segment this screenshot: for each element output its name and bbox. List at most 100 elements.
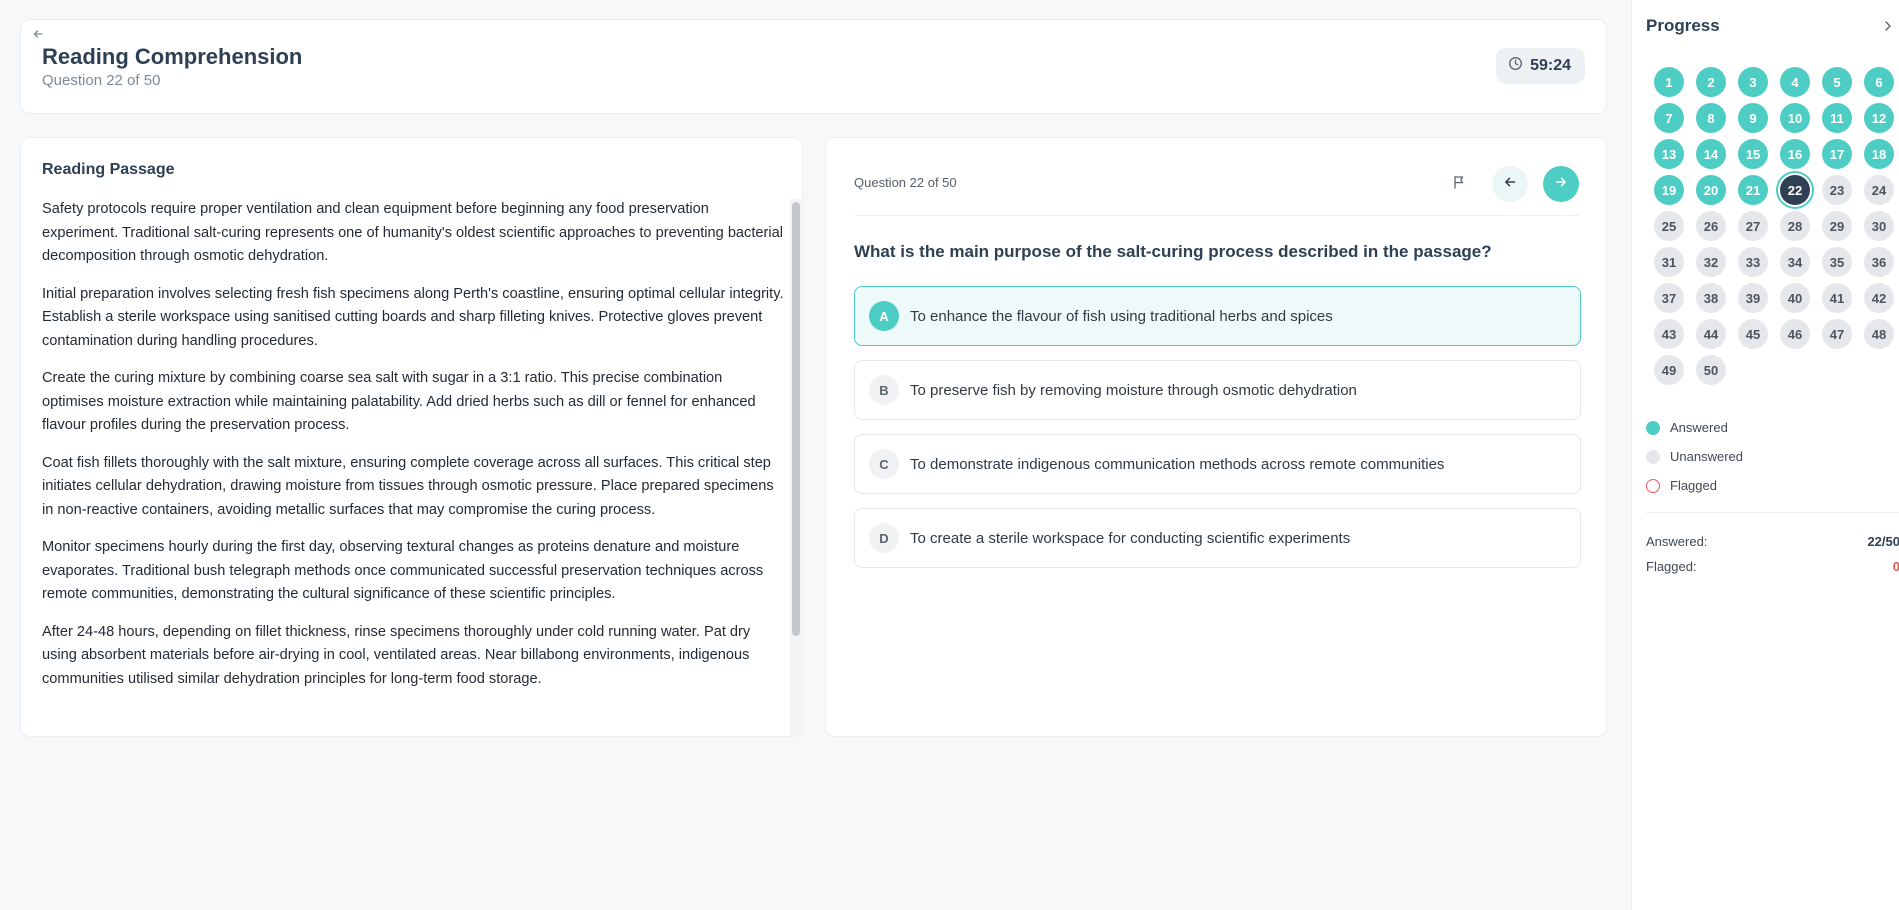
back-arrow-icon[interactable] — [28, 24, 48, 44]
question-panel: Question 22 of 50 What is the main purpo… — [825, 137, 1607, 737]
legend-label: Unanswered — [1670, 449, 1743, 464]
answer-option-a[interactable]: A To enhance the flavour of fish using tr… — [854, 286, 1581, 346]
answer-option-c[interactable]: C To demonstrate indigenous communication… — [854, 434, 1581, 494]
scrollbar-thumb[interactable] — [792, 202, 800, 636]
legend-label: Flagged — [1670, 478, 1717, 493]
passage-title: Reading Passage — [42, 161, 175, 178]
passage-paragraph: Monitor specimens hourly during the firs… — [42, 539, 764, 602]
answer-option-d[interactable]: D To create a sterile workspace for condu… — [854, 508, 1581, 568]
question-nav-39[interactable]: 39 — [1738, 283, 1768, 313]
question-nav-23[interactable]: 23 — [1822, 175, 1852, 205]
question-progress-subtitle: Question 22 of 50 — [42, 72, 161, 89]
question-nav-7[interactable]: 7 — [1654, 103, 1684, 133]
question-nav-25[interactable]: 25 — [1654, 211, 1684, 241]
question-nav-13[interactable]: 13 — [1654, 139, 1684, 169]
question-nav-2[interactable]: 2 — [1696, 67, 1726, 97]
question-nav-48[interactable]: 48 — [1864, 319, 1894, 349]
chevron-right-icon[interactable] — [1884, 16, 1899, 36]
progress-sidebar: Progress 1 2 3 4 5 6 7 8 9 10 11 12 13 14 15 16 17 18 19 20… — [1631, 0, 1899, 910]
arrow-right-icon — [1554, 175, 1568, 194]
option-text: To preserve fish by removing moisture th… — [910, 381, 1357, 399]
question-nav-40[interactable]: 40 — [1780, 283, 1810, 313]
question-nav-22[interactable]: 22 — [1780, 175, 1810, 205]
question-nav-21[interactable]: 21 — [1738, 175, 1768, 205]
question-nav-17[interactable]: 17 — [1822, 139, 1852, 169]
question-nav-20[interactable]: 20 — [1696, 175, 1726, 205]
flag-question-button[interactable] — [1441, 166, 1477, 202]
legend-unanswered: Unanswered — [1646, 442, 1743, 471]
question-nav-35[interactable]: 35 — [1822, 247, 1852, 277]
question-nav-31[interactable]: 31 — [1654, 247, 1684, 277]
question-nav-6[interactable]: 6 — [1864, 67, 1894, 97]
question-nav-3[interactable]: 3 — [1738, 67, 1768, 97]
question-nav-12[interactable]: 12 — [1864, 103, 1894, 133]
question-nav-46[interactable]: 46 — [1780, 319, 1810, 349]
question-nav-1[interactable]: 1 — [1654, 67, 1684, 97]
legend-flagged: Flagged — [1646, 471, 1743, 500]
question-nav-33[interactable]: 33 — [1738, 247, 1768, 277]
question-nav-28[interactable]: 28 — [1780, 211, 1810, 241]
option-text: To create a sterile workspace for conduc… — [910, 529, 1351, 547]
option-text: To enhance the flavour of fish using tra… — [910, 307, 1333, 325]
question-nav-14[interactable]: 14 — [1696, 139, 1726, 169]
question-nav-45[interactable]: 45 — [1738, 319, 1768, 349]
divider — [854, 215, 1579, 216]
option-text: To demonstrate indigenous communication … — [910, 455, 1445, 473]
option-letter: D — [869, 523, 899, 553]
question-grid: 1 2 3 4 5 6 7 8 9 10 11 12 13 14 15 16 17 18 19 20 21 22 23 24 2… — [1654, 67, 1894, 385]
question-nav-11[interactable]: 11 — [1822, 103, 1852, 133]
answered-dot-icon — [1646, 420, 1660, 435]
legend-label: Answered — [1670, 420, 1728, 435]
question-nav-19[interactable]: 19 — [1654, 175, 1684, 205]
reading-passage-panel: Reading Passage Safety protocols require… — [20, 137, 803, 737]
progress-title: Progress — [1646, 16, 1720, 35]
passage-paragraph: Create the curing mixture by combining c… — [42, 370, 756, 433]
question-nav-44[interactable]: 44 — [1696, 319, 1726, 349]
previous-question-button[interactable] — [1492, 166, 1528, 202]
question-nav-34[interactable]: 34 — [1780, 247, 1810, 277]
question-nav-47[interactable]: 47 — [1822, 319, 1852, 349]
question-counter: Question 22 of 50 — [854, 175, 957, 190]
question-nav-38[interactable]: 38 — [1696, 283, 1726, 313]
arrow-left-icon — [1503, 175, 1517, 194]
question-nav-18[interactable]: 18 — [1864, 139, 1894, 169]
question-nav-41[interactable]: 41 — [1822, 283, 1852, 313]
question-text: What is the main purpose of the salt-cur… — [854, 242, 1492, 261]
flagged-dot-icon — [1646, 478, 1660, 493]
next-question-button[interactable] — [1543, 166, 1579, 202]
question-nav-30[interactable]: 30 — [1864, 211, 1894, 241]
answer-option-b[interactable]: B To preserve fish by removing moisture t… — [854, 360, 1581, 420]
question-nav-32[interactable]: 32 — [1696, 247, 1726, 277]
question-nav-43[interactable]: 43 — [1654, 319, 1684, 349]
page-title: Reading Comprehension — [42, 44, 303, 69]
question-nav-10[interactable]: 10 — [1780, 103, 1810, 133]
option-letter: C — [869, 449, 899, 479]
question-nav-15[interactable]: 15 — [1738, 139, 1768, 169]
passage-body: Safety protocols require proper ventilat… — [42, 198, 787, 705]
question-nav-37[interactable]: 37 — [1654, 283, 1684, 313]
progress-legend: Answered Unanswered Flagged — [1646, 413, 1743, 500]
question-nav-5[interactable]: 5 — [1822, 67, 1852, 97]
question-nav-4[interactable]: 4 — [1780, 67, 1810, 97]
passage-paragraph: Initial preparation involves selecting f… — [42, 285, 784, 349]
passage-paragraph: After 24-48 hours, depending on fillet t… — [42, 623, 751, 687]
passage-scrollbar[interactable] — [790, 199, 802, 736]
question-nav-16[interactable]: 16 — [1780, 139, 1810, 169]
timer-badge: 59:24 — [1496, 48, 1585, 84]
divider — [1646, 512, 1899, 513]
question-nav-49[interactable]: 49 — [1654, 355, 1684, 385]
legend-answered: Answered — [1646, 413, 1743, 442]
question-nav-27[interactable]: 27 — [1738, 211, 1768, 241]
question-nav-26[interactable]: 26 — [1696, 211, 1726, 241]
flagged-stat-value: 0 — [1892, 559, 1899, 574]
question-nav-24[interactable]: 24 — [1864, 175, 1894, 205]
question-nav-9[interactable]: 9 — [1738, 103, 1768, 133]
question-nav-50[interactable]: 50 — [1696, 355, 1726, 385]
question-nav-36[interactable]: 36 — [1864, 247, 1894, 277]
question-nav-42[interactable]: 42 — [1864, 283, 1894, 313]
question-nav-8[interactable]: 8 — [1696, 103, 1726, 133]
timer-value: 59:24 — [1530, 57, 1571, 74]
answered-stat-value: 22/50 — [1867, 534, 1899, 549]
question-nav-29[interactable]: 29 — [1822, 211, 1852, 241]
answer-options: A To enhance the flavour of fish using tr… — [854, 286, 1581, 582]
